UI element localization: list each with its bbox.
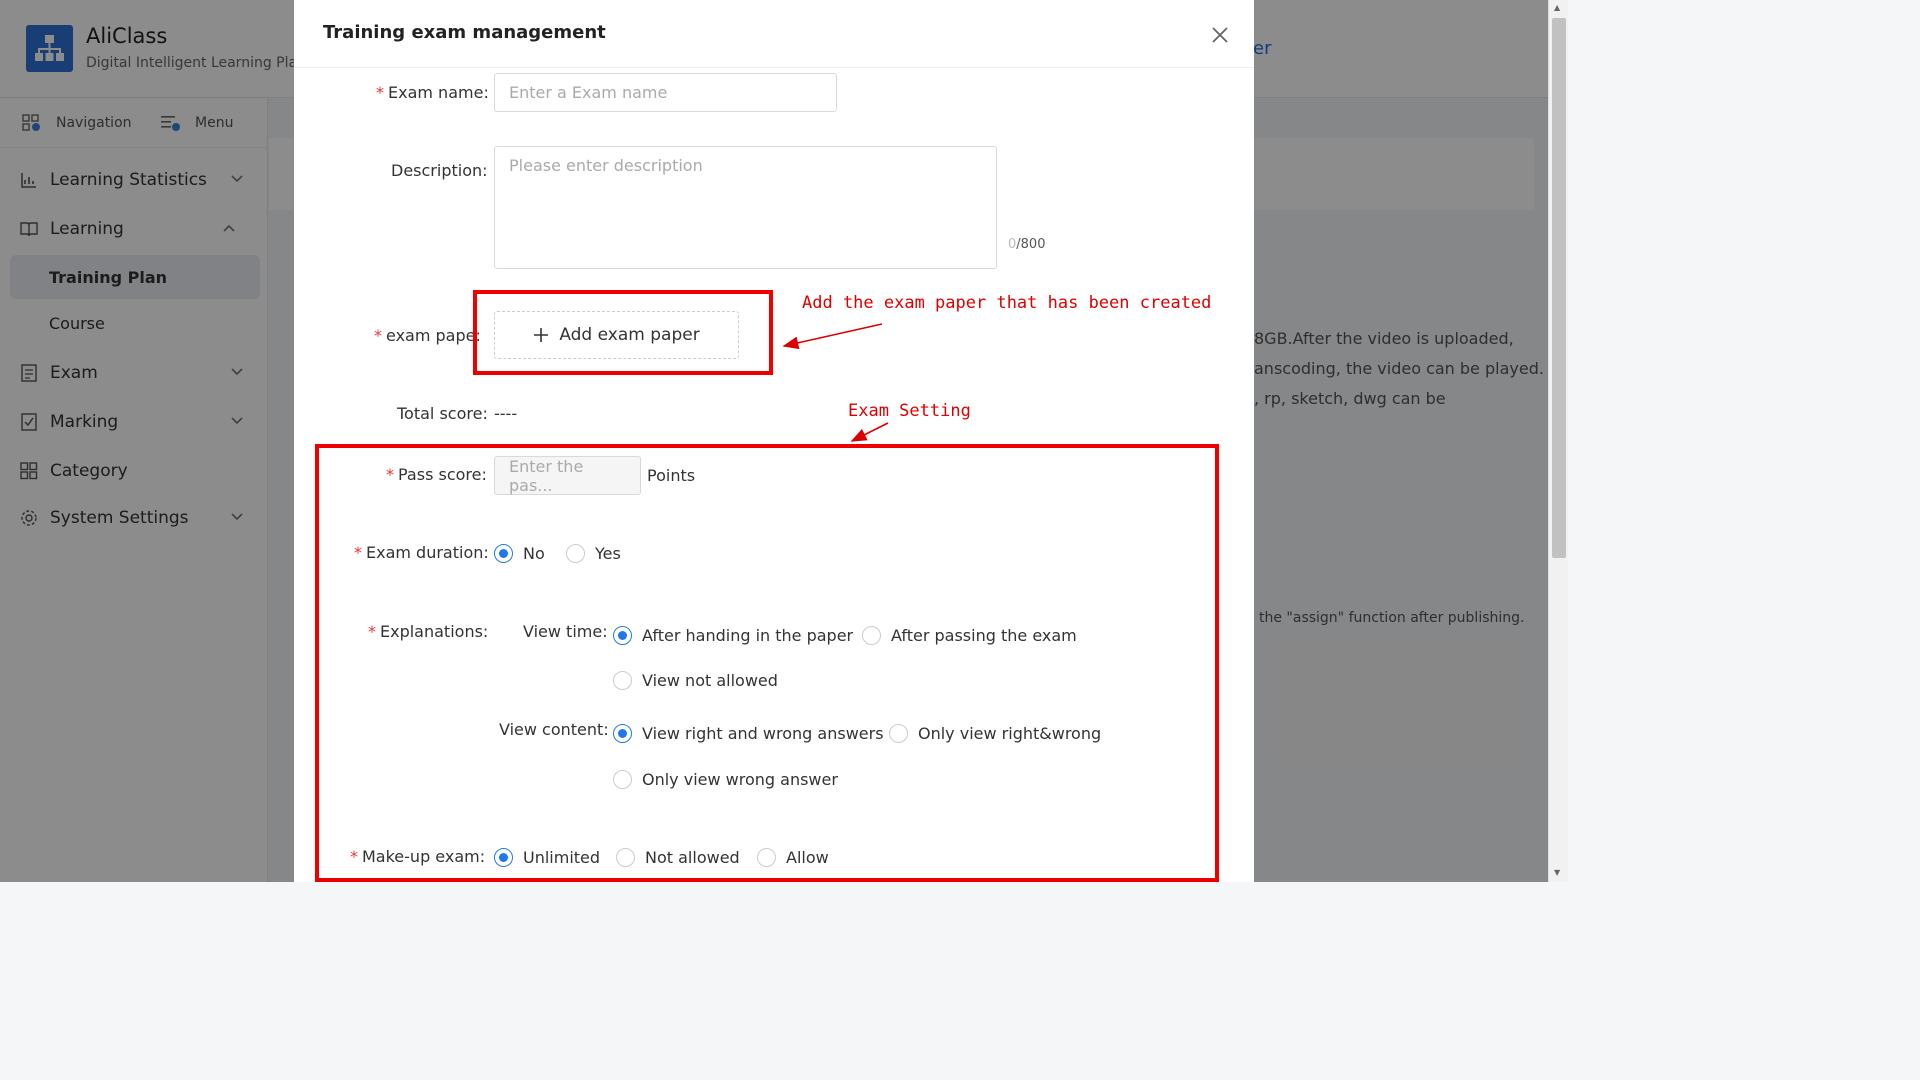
arrow-to-exam-setting — [850, 422, 889, 442]
scrollbar-thumb[interactable] — [1552, 18, 1566, 558]
page: AliClass Digital Intelligent Learning Pl… — [0, 0, 1568, 882]
scroll-up-icon[interactable]: ▲ — [1554, 3, 1560, 12]
annotation-arrows — [782, 323, 889, 442]
scroll-down-icon[interactable]: ▼ — [1554, 868, 1560, 877]
arrow-to-exam-paper — [782, 323, 883, 350]
page-scrollbar[interactable]: ▲ ▼ — [1548, 0, 1568, 882]
